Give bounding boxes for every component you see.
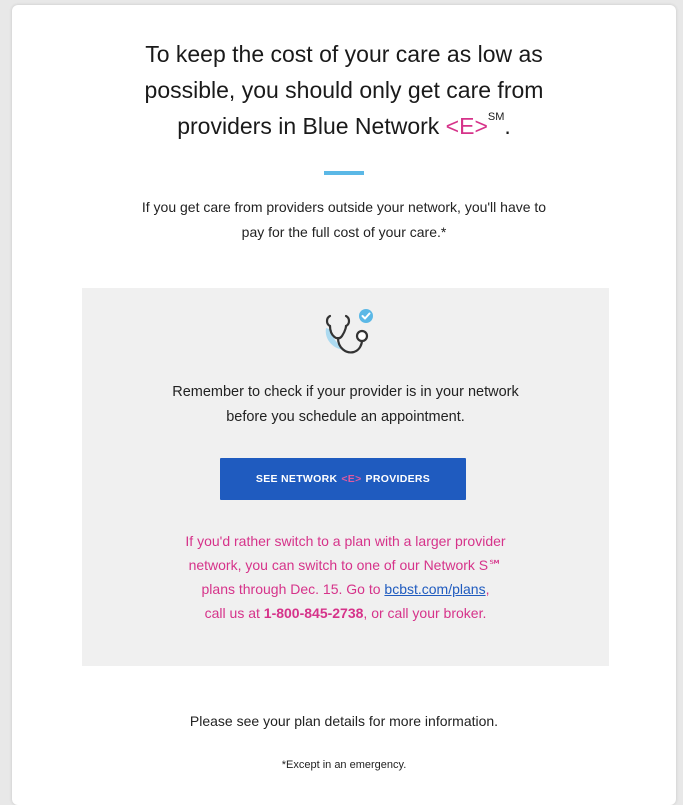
switch-plan-text: If you'd rather switch to a plan with a … [102,529,589,625]
switch-line-3: plans through Dec. 15. Go to bcbst.com/p… [102,577,589,601]
intro-line-1: If you get care from providers outside y… [141,199,547,215]
switch-line-3-suffix: , [485,581,490,597]
headline: To keep the cost of your care as low as … [52,36,636,144]
button-brand-mark: <E> [341,473,362,485]
email-card: To keep the cost of your care as low as … [12,5,676,805]
switch-line-2: network, you can switch to one of our Ne… [188,557,503,573]
button-label-prefix: SEE NETWORK [255,473,338,485]
emergency-footnote: *Except in an emergency. [281,759,407,771]
button-label-suffix: PROVIDERS [365,473,431,485]
headline-line-1: To keep the cost of your care as low as [145,41,543,67]
network-brand-mark: <E> [445,113,488,139]
network-reminder-text: Remember to check if your provider is in… [102,380,589,430]
switch-line-1: If you'd rather switch to a plan with a … [185,533,506,549]
plan-details-text: Please see your plan details for more in… [189,713,499,729]
plans-link[interactable]: bcbst.com/plans [384,581,485,597]
provider-callout-panel: Remember to check if your provider is in… [82,288,609,666]
headline-line-3-suffix: . [504,113,511,139]
intro-line-2: pay for the full cost of your care.* [241,224,447,240]
phone-number[interactable]: 1-800-845-2738 [264,605,364,621]
switch-line-4-prefix: call us at [204,605,264,621]
reminder-line-1: Remember to check if your provider is in… [172,384,519,400]
stethoscope-check-icon [325,309,373,354]
see-network-providers-button[interactable]: SEE NETWORK <E> PROVIDERS [220,458,466,500]
intro-text: If you get care from providers outside y… [52,195,636,245]
switch-line-4: call us at 1-800-845-2738, or call your … [102,601,589,625]
switch-line-4-suffix: , or call your broker. [363,605,487,621]
headline-line-2: possible, you should only get care from [144,77,544,103]
switch-line-3-prefix: plans through Dec. 15. Go to [201,581,385,597]
reminder-line-2: before you schedule an appointment. [226,409,465,425]
accent-divider [324,171,364,175]
headline-line-3: providers in Blue Network <E>SM. [52,108,636,144]
service-mark: SM [487,111,505,123]
headline-line-3-prefix: providers in Blue Network [177,113,446,139]
